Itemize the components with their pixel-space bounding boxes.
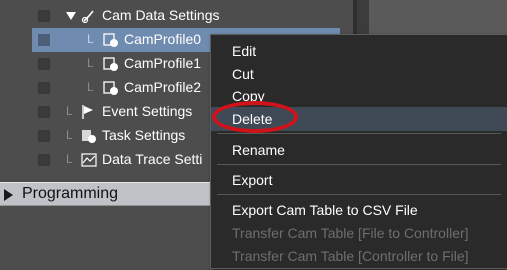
- menu-item-label: Cut: [232, 66, 254, 82]
- cam-profile-icon: [103, 57, 118, 71]
- flag-icon: [82, 105, 93, 119]
- cam-profile-icon: [103, 81, 118, 95]
- collapse-arrow-icon[interactable]: [4, 189, 13, 201]
- tree-connector: L: [87, 80, 94, 94]
- menu-item-edit[interactable]: Edit: [211, 39, 507, 63]
- menu-separator: [217, 194, 501, 195]
- menu-item-label: Transfer Cam Table [File to Controller]: [232, 225, 469, 241]
- context-menu: Edit Cut Copy Delete Rename Export Expor…: [210, 34, 507, 269]
- menu-item-label: Transfer Cam Table [Controller to File]: [232, 248, 469, 264]
- checkbox-square: [38, 10, 50, 22]
- menu-item-transfer-file-to-controller: Transfer Cam Table [File to Controller]: [211, 221, 507, 245]
- menu-item-transfer-controller-to-file: Transfer Cam Table [Controller to File]: [211, 244, 507, 268]
- tree-item-label: CamProfile1: [124, 55, 202, 71]
- menu-item-export-cam-table-csv[interactable]: Export Cam Table to CSV File: [211, 198, 507, 222]
- tree-connector: L: [66, 104, 73, 118]
- chart-icon: [81, 153, 97, 167]
- cam-profile-icon: [103, 33, 118, 47]
- menu-item-rename[interactable]: Rename: [211, 138, 507, 162]
- checkbox-square: [38, 106, 50, 118]
- tree-item-label: Event Settings: [102, 103, 193, 119]
- tree-connector: L: [87, 32, 94, 46]
- tree-connector: L: [66, 152, 73, 166]
- tree-item-label: Cam Data Settings: [102, 7, 220, 23]
- checkbox-square: [38, 58, 50, 70]
- tree-item-label: Data Trace Setti: [102, 151, 203, 167]
- menu-item-label: Edit: [232, 43, 257, 59]
- menu-item-label: Export: [232, 172, 273, 188]
- cam-settings-icon: [81, 10, 94, 24]
- checkbox-square: [38, 154, 50, 166]
- checkbox-square: [38, 130, 50, 142]
- tree-connector: L: [87, 56, 94, 70]
- tree-item-label: Task Settings: [102, 127, 186, 143]
- menu-item-cut[interactable]: Cut: [211, 62, 507, 86]
- section-label: Programming: [22, 185, 119, 202]
- task-icon: [82, 130, 96, 143]
- checkbox-square: [38, 82, 50, 94]
- menu-item-label: Rename: [232, 142, 285, 158]
- menu-item-export[interactable]: Export: [211, 168, 507, 192]
- menu-separator: [217, 133, 501, 134]
- tree-item-label: CamProfile2: [124, 79, 202, 95]
- tree-item-label: CamProfile0: [124, 31, 202, 47]
- checkbox-square: [38, 34, 50, 46]
- menu-item-label: Export Cam Table to CSV File: [232, 202, 418, 218]
- delete-highlight-ring: [212, 101, 298, 133]
- tree-connector: L: [66, 128, 73, 142]
- menu-separator: [217, 164, 501, 165]
- tree-item-cam-data-settings[interactable]: Cam Data Settings: [0, 4, 360, 28]
